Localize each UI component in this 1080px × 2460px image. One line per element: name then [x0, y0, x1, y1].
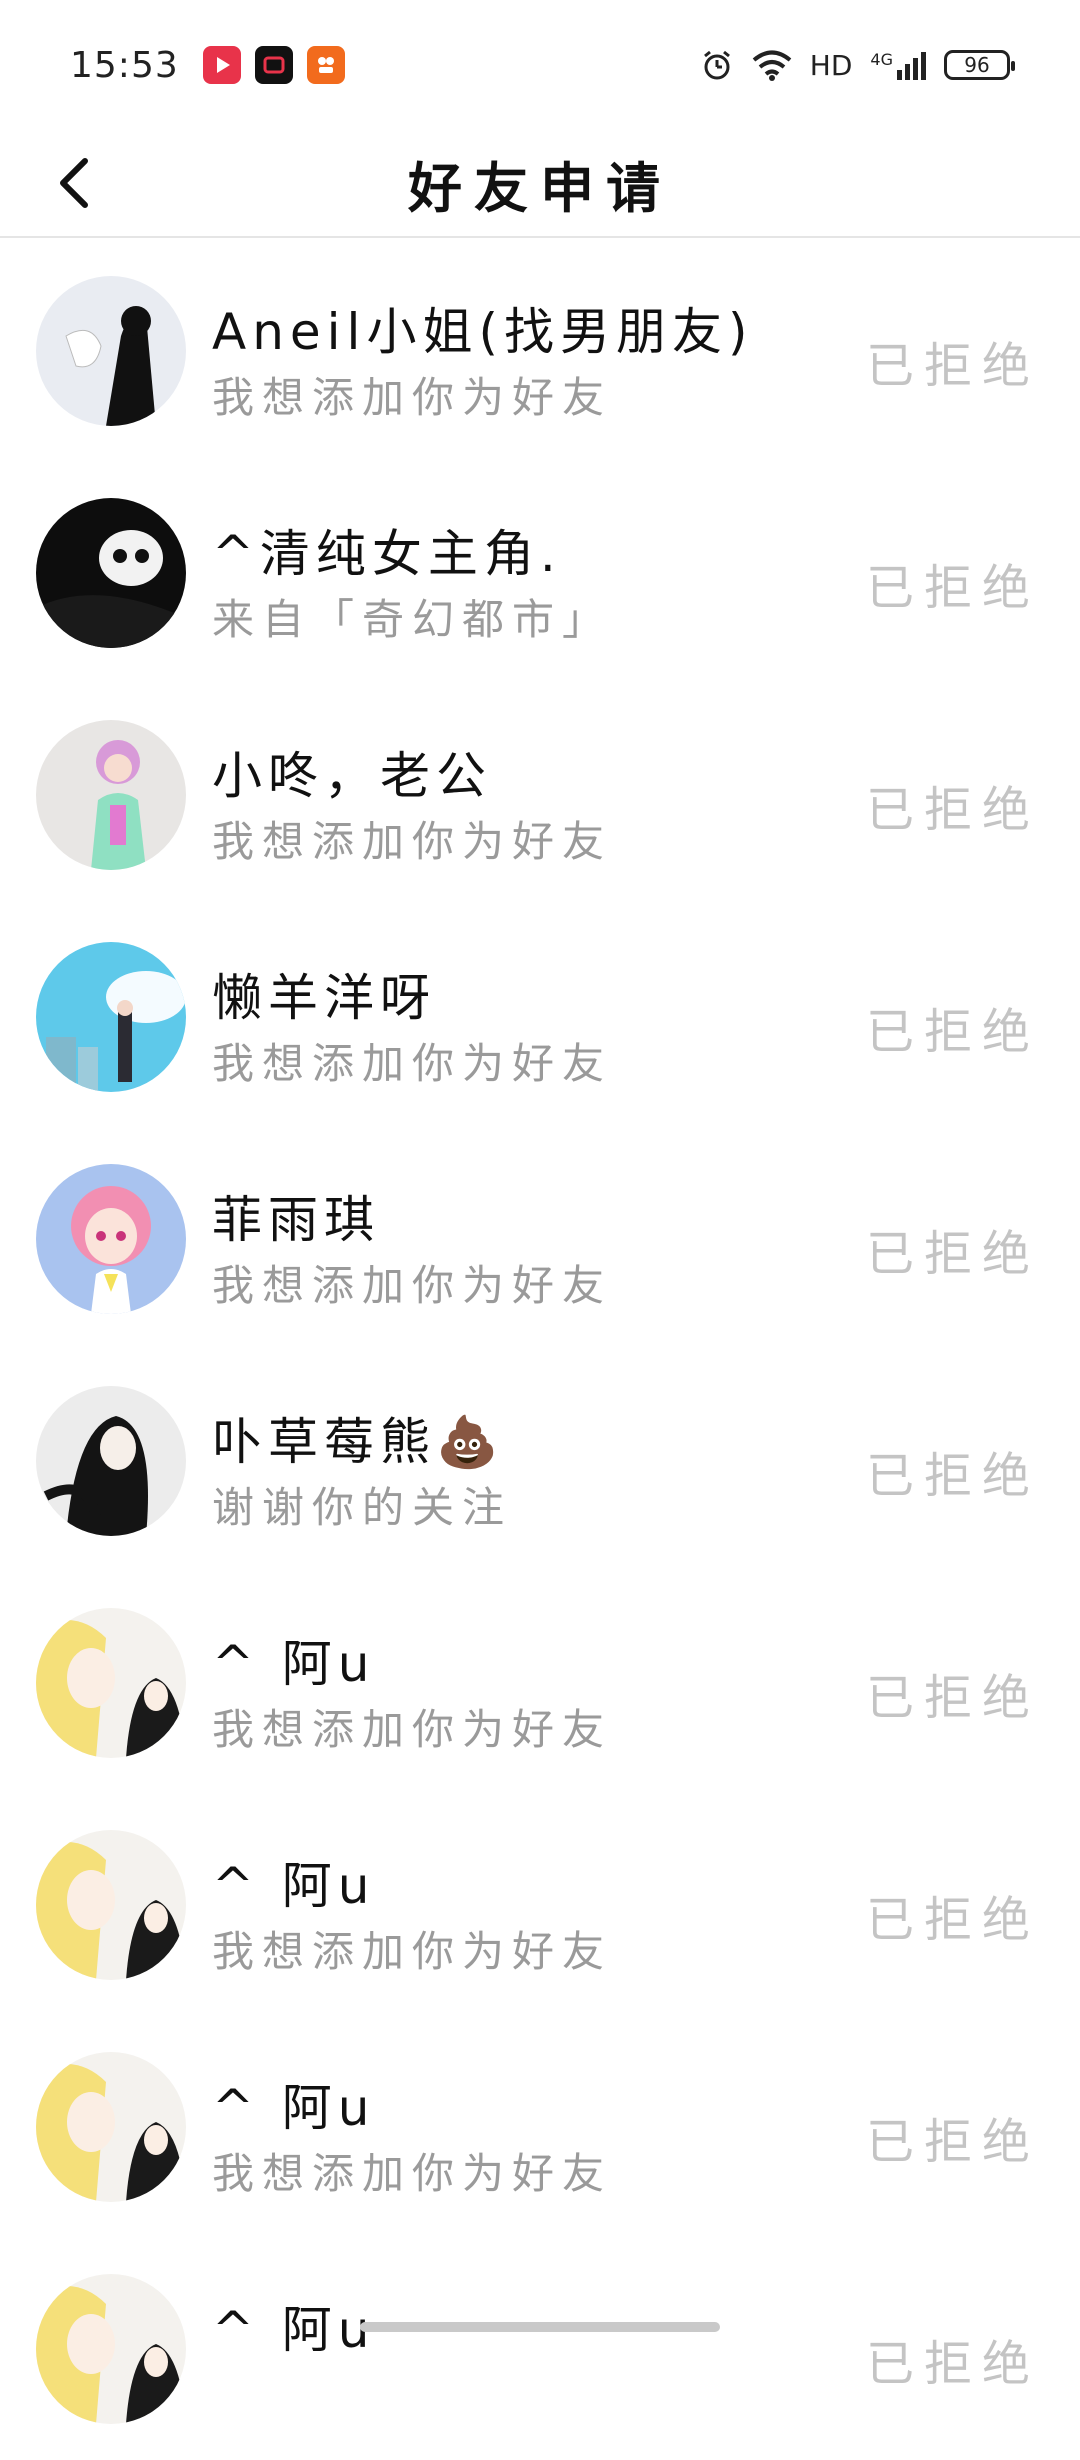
avatar[interactable] — [36, 1386, 186, 1536]
request-item[interactable]: ^ 阿u 已拒绝 — [0, 2238, 1080, 2460]
request-message: 我想添加你为好友 — [212, 1030, 612, 1091]
requester-name: 小咚，老公 — [212, 736, 492, 808]
friend-request-list[interactable]: Aneil小姐(找男朋友) 我想添加你为好友 已拒绝 ^清纯女主角. 来自「奇幻… — [0, 240, 1080, 2460]
request-item[interactable]: Aneil小姐(找男朋友) 我想添加你为好友 已拒绝 — [0, 240, 1080, 462]
request-status: 已拒绝 — [866, 548, 1040, 618]
request-status: 已拒绝 — [866, 2324, 1040, 2394]
requester-name: Aneil小姐(找男朋友) — [212, 292, 753, 364]
back-button[interactable] — [40, 148, 110, 218]
alarm-icon — [700, 48, 734, 82]
video-app-icon — [203, 46, 241, 84]
status-bar: 15:53 HD 4G — [0, 0, 1080, 130]
status-time: 15:53 — [70, 45, 179, 86]
home-indicator[interactable] — [360, 2322, 720, 2332]
requester-name: ^ 阿u — [212, 2290, 375, 2362]
hd-indicator: HD — [810, 49, 853, 82]
battery-level: 96 — [964, 53, 989, 77]
request-status: 已拒绝 — [866, 1880, 1040, 1950]
requester-name: ^ 阿u — [212, 1624, 375, 1696]
request-message: 我想添加你为好友 — [212, 1696, 612, 1757]
request-message: 我想添加你为好友 — [212, 1918, 612, 1979]
system-status: HD 4G 96 — [700, 48, 1010, 82]
avatar[interactable] — [36, 942, 186, 1092]
avatar[interactable] — [36, 1608, 186, 1758]
request-status: 已拒绝 — [866, 1214, 1040, 1284]
network-type: 4G — [870, 50, 893, 69]
request-item[interactable]: ^ 阿u 我想添加你为好友 已拒绝 — [0, 2016, 1080, 2238]
chevron-left-icon — [55, 155, 95, 211]
avatar[interactable] — [36, 1830, 186, 1980]
signal-icon — [896, 50, 926, 80]
orange-app-icon — [307, 46, 345, 84]
request-status: 已拒绝 — [866, 1436, 1040, 1506]
avatar[interactable] — [36, 2274, 186, 2424]
wifi-icon — [752, 49, 792, 81]
request-status: 已拒绝 — [866, 2102, 1040, 2172]
recorder-app-icon — [255, 46, 293, 84]
requester-name: ^ 阿u — [212, 2068, 375, 2140]
avatar[interactable] — [36, 498, 186, 648]
signal-indicator: 4G — [870, 50, 926, 80]
request-item[interactable]: ^清纯女主角. 来自「奇幻都市」 已拒绝 — [0, 462, 1080, 684]
requester-name: ^清纯女主角. — [212, 514, 562, 586]
request-item[interactable]: ^ 阿u 我想添加你为好友 已拒绝 — [0, 1794, 1080, 2016]
request-item[interactable]: 懒羊洋呀 我想添加你为好友 已拒绝 — [0, 906, 1080, 1128]
requester-name: ^ 阿u — [212, 1846, 375, 1918]
requester-name: 懒羊洋呀 — [212, 958, 436, 1030]
notification-icons — [203, 46, 345, 84]
avatar[interactable] — [36, 276, 186, 426]
request-message: 谢谢你的关注 — [212, 1474, 512, 1535]
avatar[interactable] — [36, 720, 186, 870]
request-message: 我想添加你为好友 — [212, 2140, 612, 2201]
requester-name: 菲雨琪 — [212, 1180, 380, 1252]
request-status: 已拒绝 — [866, 326, 1040, 396]
request-status: 已拒绝 — [866, 1658, 1040, 1728]
battery-icon: 96 — [944, 50, 1010, 80]
avatar[interactable] — [36, 2052, 186, 2202]
request-status: 已拒绝 — [866, 992, 1040, 1062]
request-item[interactable]: ^ 阿u 我想添加你为好友 已拒绝 — [0, 1572, 1080, 1794]
title-bar: 好友申请 — [0, 130, 1080, 238]
page-title: 好友申请 — [408, 144, 672, 223]
request-status: 已拒绝 — [866, 770, 1040, 840]
request-message: 我想添加你为好友 — [212, 364, 612, 425]
avatar[interactable] — [36, 1164, 186, 1314]
request-item[interactable]: 菲雨琪 我想添加你为好友 已拒绝 — [0, 1128, 1080, 1350]
request-message: 我想添加你为好友 — [212, 1252, 612, 1313]
request-item[interactable]: 卟草莓熊💩 谢谢你的关注 已拒绝 — [0, 1350, 1080, 1572]
request-item[interactable]: 小咚，老公 我想添加你为好友 已拒绝 — [0, 684, 1080, 906]
request-message: 来自「奇幻都市」 — [212, 586, 612, 647]
requester-name: 卟草莓熊💩 — [212, 1402, 504, 1474]
request-message: 我想添加你为好友 — [212, 808, 612, 869]
